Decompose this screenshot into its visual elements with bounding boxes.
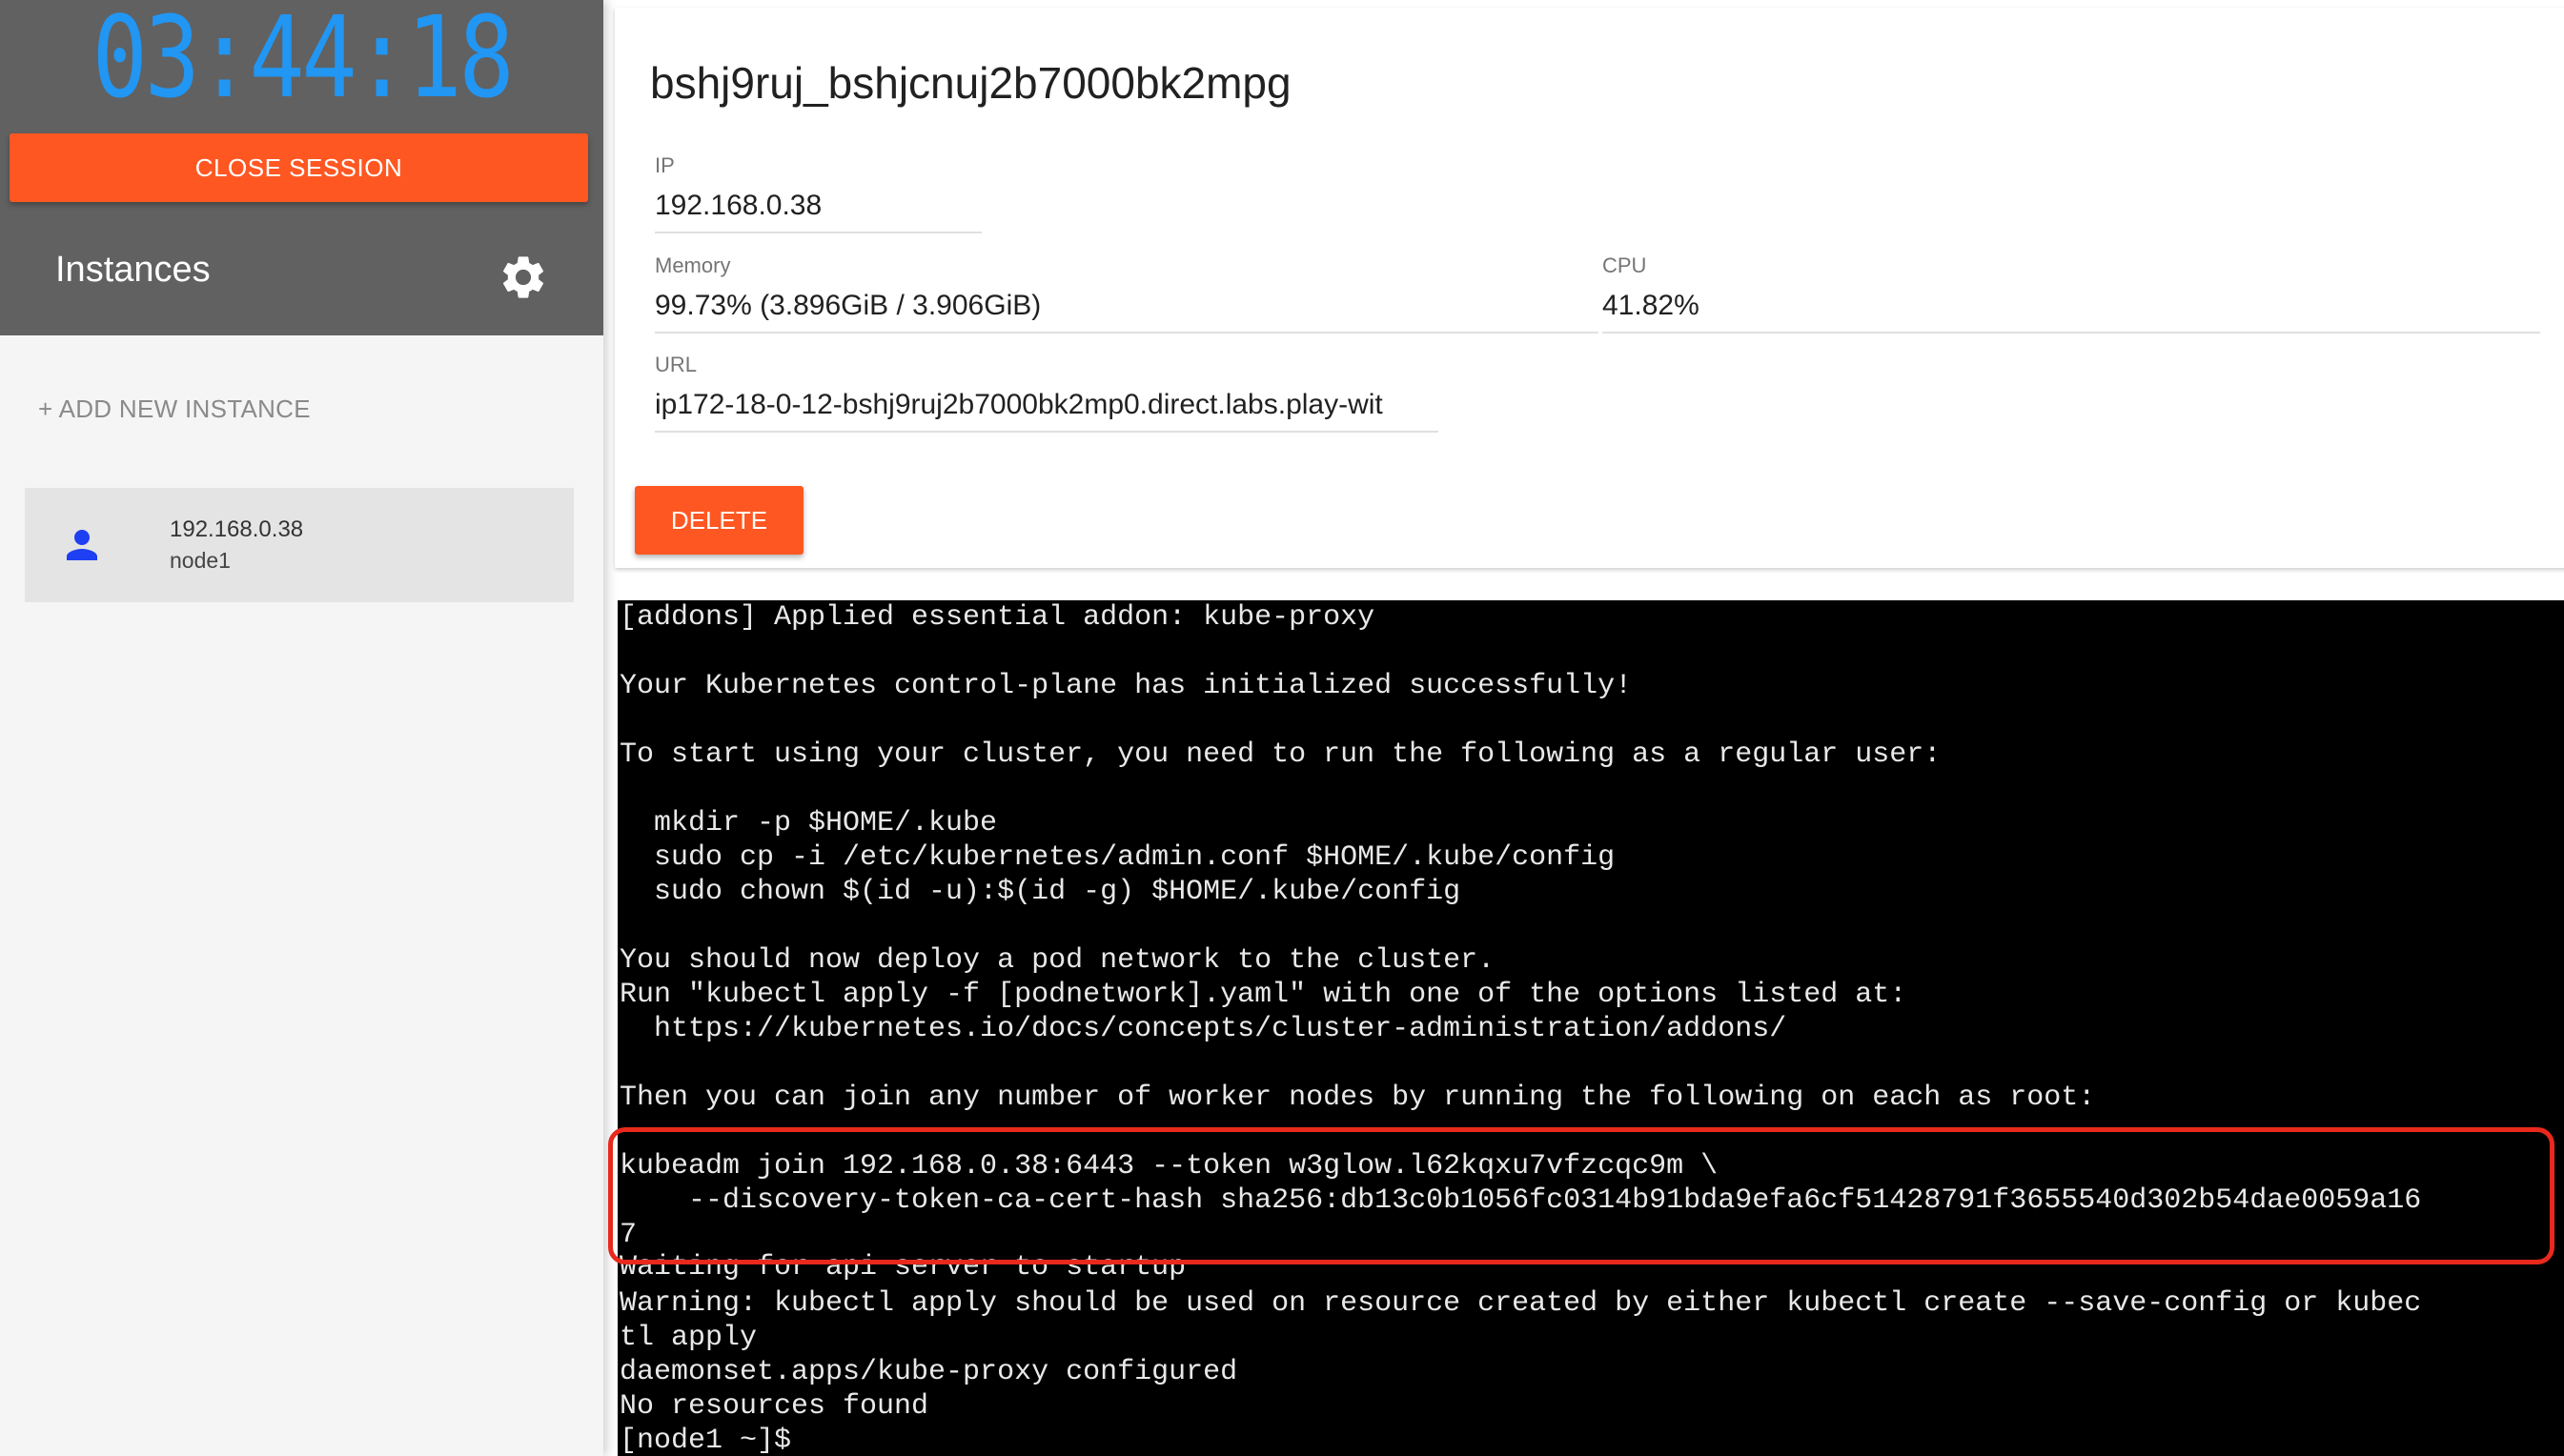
sidebar-header: 03:44:18 CLOSE SESSION Instances bbox=[0, 0, 603, 335]
terminal-line: sudo chown $(id -u):$(id -g) $HOME/.kube… bbox=[620, 876, 1461, 908]
person-icon bbox=[59, 522, 105, 568]
terminal[interactable]: [addons] Applied essential addon: kube-p… bbox=[618, 600, 2564, 1456]
memory-label: Memory bbox=[655, 253, 731, 277]
terminal-line: mkdir -p $HOME/.kube bbox=[620, 807, 998, 839]
delete-instance-button[interactable]: DELETE bbox=[635, 486, 804, 555]
ip-value[interactable]: 192.168.0.38 bbox=[655, 190, 982, 233]
terminal-line: Warning: kubectl apply should be used on… bbox=[620, 1287, 2422, 1320]
instance-name: node1 bbox=[170, 548, 231, 573]
instance-details-card: bshj9ruj_bshjcnuj2b7000bk2mpg IP 192.168… bbox=[615, 8, 2564, 568]
terminal-line: https://kubernetes.io/docs/concepts/clus… bbox=[620, 1013, 1787, 1045]
terminal-line: sudo cp -i /etc/kubernetes/admin.conf $H… bbox=[620, 841, 1616, 874]
memory-value[interactable]: 99.73% (3.896GiB / 3.906GiB) bbox=[655, 290, 1598, 334]
memory-field: Memory 99.73% (3.896GiB / 3.906GiB) bbox=[655, 253, 1598, 334]
instance-hostname: bshj9ruj_bshjcnuj2b7000bk2mpg bbox=[650, 58, 1292, 108]
join-hash-continued-line: 7 bbox=[620, 1219, 638, 1251]
add-new-instance-button[interactable]: + ADD NEW INSTANCE bbox=[38, 394, 311, 424]
close-session-button[interactable]: CLOSE SESSION bbox=[10, 133, 588, 202]
cpu-field: CPU 41.82% bbox=[1602, 253, 2540, 334]
ip-label: IP bbox=[655, 153, 675, 177]
terminal-line: Waiting for api server to startup bbox=[620, 1251, 1187, 1284]
session-timer: 03:44:18 bbox=[92, 0, 515, 123]
terminal-line: You should now deploy a pod network to t… bbox=[620, 944, 1496, 977]
terminal-line: Then you can join any number of worker n… bbox=[620, 1082, 2096, 1114]
terminal-line: tl apply bbox=[620, 1322, 758, 1354]
terminal-line: No resources found bbox=[620, 1390, 929, 1423]
join-hash-line: --discovery-token-ca-cert-hash sha256:db… bbox=[620, 1184, 2422, 1217]
url-field: URL ip172-18-0-12-bshj9ruj2b7000bk2mp0.d… bbox=[655, 353, 1438, 433]
cpu-value[interactable]: 41.82% bbox=[1602, 290, 2540, 334]
instances-title: Instances bbox=[55, 250, 211, 290]
join-command-line: kubeadm join 192.168.0.38:6443 --token w… bbox=[620, 1150, 1719, 1183]
ip-field: IP 192.168.0.38 bbox=[655, 153, 1597, 233]
terminal-line: Your Kubernetes control-plane has initia… bbox=[620, 670, 1633, 702]
instance-ip: 192.168.0.38 bbox=[170, 516, 304, 542]
terminal-line: Run "kubectl apply -f [podnetwork].yaml"… bbox=[620, 979, 1907, 1011]
url-value[interactable]: ip172-18-0-12-bshj9ruj2b7000bk2mp0.direc… bbox=[655, 389, 1438, 433]
instance-list-item[interactable]: 192.168.0.38 node1 bbox=[25, 488, 574, 602]
gear-icon[interactable] bbox=[498, 252, 549, 303]
terminal-line: daemonset.apps/kube-proxy configured bbox=[620, 1356, 1238, 1388]
terminal-line: [addons] Applied essential addon: kube-p… bbox=[620, 601, 1375, 634]
terminal-prompt[interactable]: [node1 ~]$ bbox=[620, 1424, 791, 1456]
cpu-label: CPU bbox=[1602, 253, 1647, 277]
sidebar: 03:44:18 CLOSE SESSION Instances + ADD N… bbox=[0, 0, 603, 1456]
terminal-line: To start using your cluster, you need to… bbox=[620, 738, 1942, 771]
url-label: URL bbox=[655, 353, 698, 376]
